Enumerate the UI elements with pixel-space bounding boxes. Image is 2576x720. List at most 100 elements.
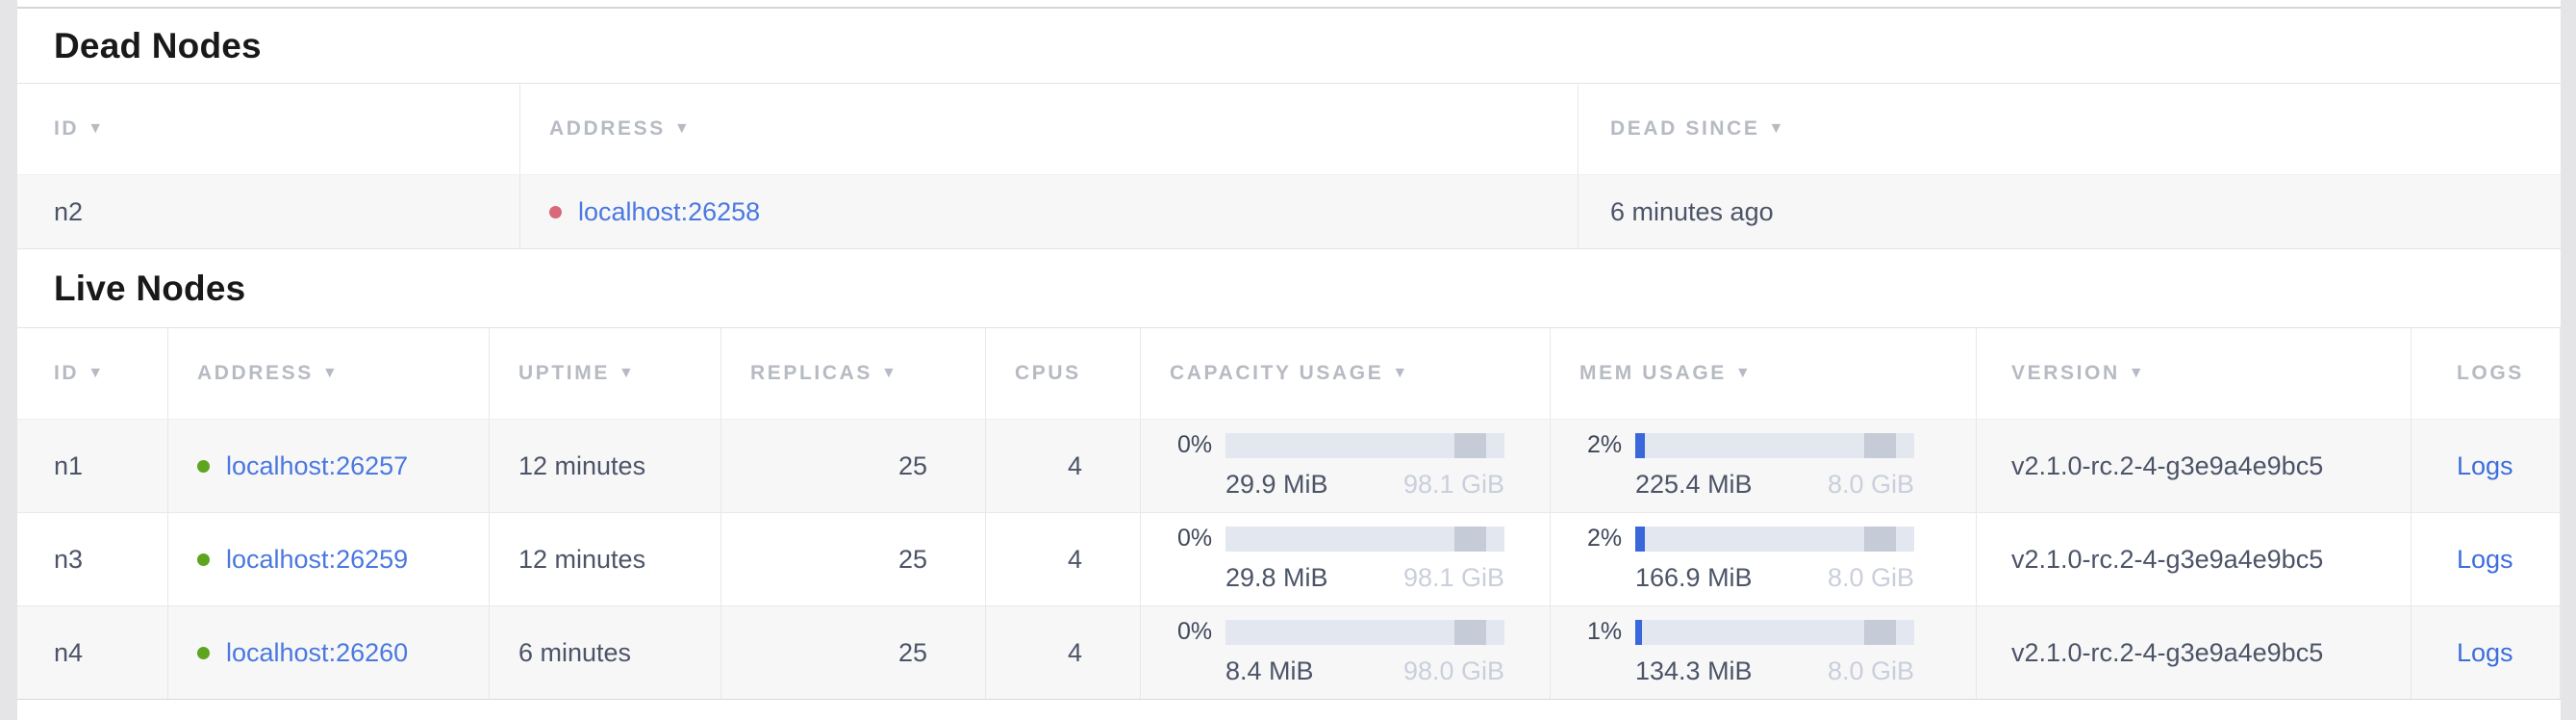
live-node-row: n3 localhost:26259 12 minutes 25 4 0% (17, 513, 2561, 606)
dead-col-address-label: ADDRESS (549, 117, 666, 141)
live-col-header-address[interactable]: ADDRESS ▼ (168, 328, 490, 419)
node-id-cell: n3 (17, 513, 168, 605)
logs-link[interactable]: Logs (2457, 451, 2513, 481)
dead-col-header-dead-since[interactable]: DEAD SINCE ▼ (1578, 84, 2561, 174)
dead-since-cell: 6 minutes ago (1578, 175, 2561, 248)
node-address-link[interactable]: localhost:26260 (226, 638, 408, 668)
version-cell: v2.1.0-rc.2-4-g3e9a4e9bc5 (1977, 606, 2412, 699)
logs-cell: Logs (2412, 606, 2561, 699)
live-col-header-id[interactable]: ID ▼ (17, 328, 168, 419)
mem-used: 134.3 MiB (1635, 656, 1753, 686)
mem-bar (1635, 433, 1914, 458)
mem-percent: 2% (1587, 525, 1635, 553)
uptime-cell: 12 minutes (490, 420, 721, 512)
live-col-cpus-label: CPUS (1015, 362, 1081, 385)
dead-col-header-address[interactable]: ADDRESS ▼ (520, 84, 1578, 174)
dead-nodes-header-row: ID ▼ ADDRESS ▼ DEAD SINCE ▼ (17, 83, 2561, 175)
dead-nodes-section: Dead Nodes ID ▼ ADDRESS ▼ DEAD SINCE ▼ (17, 9, 2561, 249)
mem-percent: 2% (1587, 431, 1635, 459)
dead-status-dot-icon (549, 206, 562, 219)
live-col-header-uptime[interactable]: UPTIME ▼ (490, 328, 721, 419)
live-col-id-label: ID (54, 362, 79, 385)
capacity-percent: 0% (1177, 431, 1225, 459)
uptime-cell: 12 minutes (490, 513, 721, 605)
live-status-dot-icon (197, 647, 210, 659)
capacity-percent: 0% (1177, 525, 1225, 553)
mem-usage-meter: 2% 225.4 MiB 8.0 GiB (1579, 433, 1914, 500)
live-nodes-section: Live Nodes ID ▼ ADDRESS ▼ UPTIME ▼ (17, 249, 2561, 700)
cpus-cell: 4 (986, 513, 1141, 605)
live-node-row: n1 localhost:26257 12 minutes 25 4 0% (17, 420, 2561, 513)
sort-arrow-icon: ▼ (1769, 120, 1786, 138)
live-col-header-capacity-usage[interactable]: CAPACITY USAGE ▼ (1141, 328, 1551, 419)
node-address-link[interactable]: localhost:26258 (578, 197, 760, 227)
node-address-link[interactable]: localhost:26259 (226, 545, 408, 575)
mem-percent: 1% (1587, 618, 1635, 646)
live-col-header-version[interactable]: VERSION ▼ (1977, 328, 2412, 419)
page-right-gutter (2561, 0, 2576, 720)
node-id-cell: n2 (17, 175, 520, 248)
live-nodes-table: ID ▼ ADDRESS ▼ UPTIME ▼ REPLICAS ▼ (17, 327, 2561, 700)
logs-link[interactable]: Logs (2457, 545, 2513, 575)
mem-usage-meter: 2% 166.9 MiB 8.0 GiB (1579, 527, 1914, 593)
capacity-total: 98.1 GiB (1403, 563, 1504, 593)
mem-usage-meter: 1% 134.3 MiB 8.0 GiB (1579, 620, 1914, 686)
capacity-total: 98.1 GiB (1403, 470, 1504, 500)
capacity-percent: 0% (1177, 618, 1225, 646)
mem-bar (1635, 620, 1914, 645)
replicas-cell: 25 (721, 420, 986, 512)
node-id-cell: n1 (17, 420, 168, 512)
capacity-used: 29.8 MiB (1225, 563, 1328, 593)
mem-bar (1635, 527, 1914, 552)
mem-total: 8.0 GiB (1828, 563, 1914, 593)
capacity-usage-meter: 0% 29.8 MiB 98.1 GiB (1170, 527, 1504, 593)
version-cell: v2.1.0-rc.2-4-g3e9a4e9bc5 (1977, 420, 2412, 512)
sort-arrow-icon: ▼ (88, 120, 105, 138)
capacity-usage-cell: 0% 8.4 MiB 98.0 GiB (1141, 606, 1551, 699)
page-left-gutter (0, 0, 17, 720)
nodes-content: Dead Nodes ID ▼ ADDRESS ▼ DEAD SINCE ▼ (17, 0, 2561, 720)
cpus-cell: 4 (986, 606, 1141, 699)
mem-total: 8.0 GiB (1828, 470, 1914, 500)
live-col-replicas-label: REPLICAS (750, 362, 872, 385)
dead-col-id-label: ID (54, 117, 79, 141)
dead-col-header-id[interactable]: ID ▼ (17, 84, 520, 174)
uptime-cell: 6 minutes (490, 606, 721, 699)
live-col-header-replicas[interactable]: REPLICAS ▼ (721, 328, 986, 419)
live-col-header-mem-usage[interactable]: MEM USAGE ▼ (1551, 328, 1977, 419)
dead-nodes-title: Dead Nodes (17, 9, 2561, 83)
cpus-cell: 4 (986, 420, 1141, 512)
sort-arrow-icon: ▼ (2129, 365, 2146, 382)
capacity-total: 98.0 GiB (1403, 656, 1504, 686)
logs-cell: Logs (2412, 513, 2561, 605)
live-col-uptime-label: UPTIME (518, 362, 610, 385)
capacity-usage-meter: 0% 8.4 MiB 98.0 GiB (1170, 620, 1504, 686)
mem-bar-fill (1635, 527, 1645, 552)
capacity-usage-cell: 0% 29.8 MiB 98.1 GiB (1141, 513, 1551, 605)
replicas-cell: 25 (721, 513, 986, 605)
node-address-cell: localhost:26258 (520, 175, 1578, 248)
live-node-row: n4 localhost:26260 6 minutes 25 4 0% (17, 606, 2561, 700)
dead-col-dead-since-label: DEAD SINCE (1610, 117, 1760, 141)
live-nodes-header-row: ID ▼ ADDRESS ▼ UPTIME ▼ REPLICAS ▼ (17, 327, 2561, 420)
mem-used: 225.4 MiB (1635, 470, 1753, 500)
logs-link[interactable]: Logs (2457, 638, 2513, 668)
logs-cell: Logs (2412, 420, 2561, 512)
sort-arrow-icon: ▼ (1735, 365, 1753, 382)
capacity-usage-meter: 0% 29.9 MiB 98.1 GiB (1170, 433, 1504, 500)
mem-used: 166.9 MiB (1635, 563, 1753, 593)
top-divider (17, 0, 2561, 9)
live-col-header-logs: LOGS (2412, 328, 2561, 419)
version-cell: v2.1.0-rc.2-4-g3e9a4e9bc5 (1977, 513, 2412, 605)
node-address-cell: localhost:26260 (168, 606, 490, 699)
live-col-header-cpus: CPUS (986, 328, 1141, 419)
dead-node-row: n2 localhost:26258 6 minutes ago (17, 175, 2561, 249)
mem-total: 8.0 GiB (1828, 656, 1914, 686)
capacity-bar (1225, 527, 1504, 552)
sort-arrow-icon: ▼ (619, 365, 636, 382)
live-status-dot-icon (197, 460, 210, 473)
sort-arrow-icon: ▼ (88, 365, 105, 382)
node-address-cell: localhost:26259 (168, 513, 490, 605)
node-address-link[interactable]: localhost:26257 (226, 451, 408, 481)
capacity-usage-cell: 0% 29.9 MiB 98.1 GiB (1141, 420, 1551, 512)
